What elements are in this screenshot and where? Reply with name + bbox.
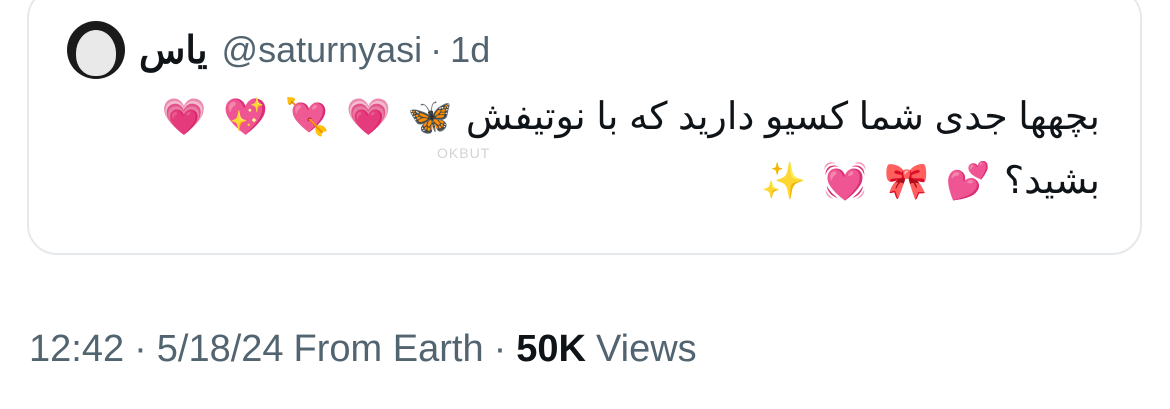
butterfly-emoji-icon: 🦋 (407, 96, 453, 137)
ribbon-emoji-icon: 🎀 (884, 160, 929, 201)
display-name[interactable]: یاس (139, 28, 208, 73)
separator-dot: · (134, 328, 147, 370)
tweet-age[interactable]: 1d (450, 29, 490, 71)
watermark: OKBUT (437, 145, 491, 161)
sparkles-emoji-icon: ✨ (761, 160, 807, 201)
user-handle[interactable]: @saturnyasi (222, 29, 423, 71)
tweet-meta: 12:42 · 5/18/24 From Earth · 50K Views (29, 328, 697, 371)
tweet-text-line-2: بشید؟ 💕 🎀 💓 ✨ (60, 149, 1100, 213)
quoted-tweet-header: یاس @saturnyasi · 1d (67, 18, 490, 82)
tweet-text: بچهها جدی شما کسیو دارید که با نوتیفش 🦋 … (60, 85, 1100, 213)
tweet-date[interactable]: 5/18/24 (157, 328, 284, 371)
separator-dot: · (430, 29, 443, 70)
separator-dot: · (493, 328, 507, 370)
tweet-time[interactable]: 12:42 (29, 328, 124, 371)
tweet-text-line-1: بچهها جدی شما کسیو دارید که با نوتیفش 🦋 … (60, 85, 1100, 149)
tweet-source: From Earth (293, 328, 484, 370)
tweet-text-content-2: بشید؟ (1003, 160, 1100, 202)
tweet-text-content-1: بچهها جدی شما کسیو دارید که با نوتیفش (465, 96, 1100, 138)
growing-heart-emoji-icon: 💗 (161, 96, 207, 137)
views-count[interactable]: 50K (516, 328, 586, 371)
growing-heart-emoji-icon: 💗 (346, 96, 391, 137)
beating-heart-emoji-icon: 💓 (822, 160, 868, 201)
sparkling-heart-emoji-icon: 💖 (223, 96, 269, 137)
two-hearts-emoji-icon: 💕 (945, 160, 991, 201)
avatar[interactable] (67, 21, 125, 79)
quoted-tweet-card[interactable]: یاس @saturnyasi · 1d بچهها جدی شما کسیو … (27, 0, 1142, 255)
heart-with-arrow-emoji-icon: 💘 (284, 96, 330, 137)
views-label[interactable]: Views (596, 328, 697, 371)
